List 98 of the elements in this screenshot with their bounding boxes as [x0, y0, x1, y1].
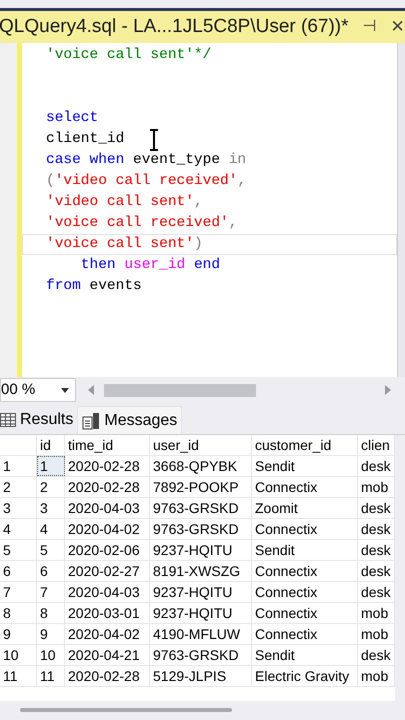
table-cell: 11 [37, 666, 65, 686]
table-cell: 4 [37, 519, 65, 539]
row-number: 5 [0, 540, 37, 560]
row-number: 7 [0, 582, 37, 602]
table-cell: 9763-GRSKD [150, 645, 252, 665]
document-icon [82, 412, 100, 430]
table-cell: 8 [37, 603, 65, 623]
column-header[interactable]: user_id [150, 435, 252, 455]
row-number: 3 [0, 498, 37, 518]
zoom-dropdown[interactable]: 00 % [0, 378, 76, 402]
table-cell: 9 [37, 624, 65, 644]
column-header[interactable]: id [37, 435, 65, 455]
table-cell: 3 [37, 498, 65, 518]
pin-button[interactable]: ⊣ [362, 15, 377, 39]
code-line: client_id [46, 131, 124, 147]
row-number: 11 [0, 666, 37, 686]
table-cell: 9237-HQITU [150, 582, 252, 602]
close-button[interactable]: ✕ [390, 14, 405, 40]
column-header[interactable]: clien [358, 435, 395, 455]
table-cell: Electric Gravity [252, 666, 358, 686]
code-line: 'voice call received', [46, 215, 238, 231]
column-header[interactable]: time_id [65, 435, 150, 455]
table-cell: mob [358, 477, 395, 497]
table-cell: 2 [37, 477, 65, 497]
table-cell: 9763-GRSKD [150, 519, 252, 539]
row-number: 8 [0, 603, 37, 623]
table-cell: Sendit [252, 645, 358, 665]
table-cell: 9763-GRSKD [150, 498, 252, 518]
table-cell: Connectix [252, 624, 358, 644]
table-cell: 10 [37, 645, 65, 665]
code-line: then user_id end [80, 257, 220, 273]
table-cell: 6 [37, 561, 65, 581]
dropdown-caret-icon [61, 388, 69, 392]
table-cell: 3668-QPYBK [150, 456, 252, 476]
table-cell: mob [358, 666, 395, 686]
code-line: select [46, 110, 98, 126]
code-line: ('video call received', [46, 173, 246, 189]
table-cell: Connectix [252, 603, 358, 623]
table-cell: desk [358, 582, 395, 602]
table-cell: desk [358, 540, 395, 560]
scroll-left-icon[interactable] [88, 385, 94, 395]
table-cell: desk [358, 498, 395, 518]
grid-icon [0, 413, 16, 427]
table-cell: 9237-HQITU [150, 540, 252, 560]
document-tab[interactable]: QLQuery4.sql - LA...1JL5C8P\User (67))* ⊣ ✕ [0, 11, 405, 43]
table-cell: 8191-XWSZG [150, 561, 252, 581]
table-cell: 2020-04-02 [65, 519, 150, 539]
grid-scrollbar-thumb[interactable] [20, 708, 232, 712]
table-cell: Connectix [252, 477, 358, 497]
table-cell: 2020-04-21 [65, 645, 150, 665]
table-cell: Sendit [252, 456, 358, 476]
row-number: 4 [0, 519, 37, 539]
text-cursor-icon [149, 129, 159, 151]
row-number: 6 [0, 561, 37, 581]
result-tab[interactable]: Results [0, 406, 78, 434]
table-cell: desk [358, 645, 395, 665]
table-cell: 5129-JLPIS [150, 666, 252, 686]
code-line: from events [46, 278, 142, 294]
table-cell: 4190-MFLUW [150, 624, 252, 644]
table-cell: Connectix [252, 519, 358, 539]
code-editor[interactable]: 'voice call sent'*/ select client_id case when event_type in ('video call received', 'video call sent', 'voice call received', 'voice call sent') then user_id end from events [22, 43, 397, 377]
table-cell: 2020-04-02 [65, 624, 150, 644]
table-cell: 2020-02-28 [65, 477, 150, 497]
table-cell: 2020-02-06 [65, 540, 150, 560]
table-cell: Connectix [252, 561, 358, 581]
table-cell: Connectix [252, 582, 358, 602]
row-number: 2 [0, 477, 37, 497]
code-line: 'voice call sent'*/ [46, 47, 212, 63]
table-cell: mob [358, 624, 395, 644]
result-tab[interactable]: Messages [77, 406, 182, 434]
scroll-right-icon[interactable] [385, 385, 391, 395]
table-cell: 2020-02-28 [65, 456, 150, 476]
table-cell: 9237-HQITU [150, 603, 252, 623]
table-cell: 5 [37, 540, 65, 560]
table-cell: 2020-02-28 [65, 666, 150, 686]
document-tab-title: QLQuery4.sql - LA...1JL5C8P\User (67))* [0, 14, 349, 39]
vertical-scrollbar[interactable] [397, 43, 405, 377]
row-number: 10 [0, 645, 37, 665]
table-cell: 2020-04-03 [65, 582, 150, 602]
table-cell: desk [358, 561, 395, 581]
table-cell: desk [358, 456, 395, 476]
table-cell: mob [358, 603, 395, 623]
table-cell: 2020-04-03 [65, 498, 150, 518]
table-cell: 7892-POOKP [150, 477, 252, 497]
table-cell: desk [358, 519, 395, 539]
table-cell: Zoomit [252, 498, 358, 518]
column-header[interactable]: customer_id [252, 435, 358, 455]
code-line: case when event_type in [46, 152, 246, 168]
table-cell: 2020-03-01 [65, 603, 150, 623]
code-line: 'video call sent', [46, 194, 203, 210]
row-number: 9 [0, 624, 37, 644]
zoom-value: 00 % [1, 380, 36, 400]
table-cell: Sendit [252, 540, 358, 560]
code-line: 'voice call sent') [46, 236, 203, 252]
table-cell: 7 [37, 582, 65, 602]
table-cell: 2020-02-27 [65, 561, 150, 581]
horizontal-scrollbar-thumb[interactable] [104, 384, 256, 396]
table-cell: 1 [37, 456, 65, 476]
